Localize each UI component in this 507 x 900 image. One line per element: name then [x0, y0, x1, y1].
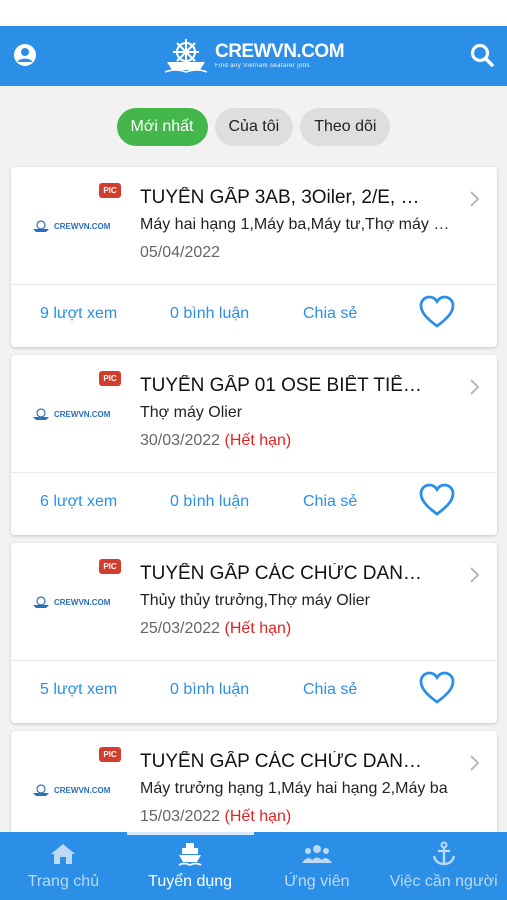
- bottom-nav: Trang chủ Tuyển dụng Ứng viên Việc cần n…: [0, 832, 507, 900]
- expired-label: (Hết hạn): [224, 620, 292, 637]
- nav-candidates-label: Ứng viên: [284, 873, 350, 890]
- job-date: 25/03/2022 (Hết hạn): [140, 620, 291, 638]
- comments-button[interactable]: 0 bình luận: [170, 305, 249, 323]
- date-text: 15/03/2022: [140, 808, 221, 825]
- chevron-right-icon: [470, 191, 480, 207]
- nav-home-label: Trang chủ: [27, 873, 100, 890]
- ship-logo-icon: [33, 784, 49, 796]
- job-card[interactable]: PIC CREWVN.COM TUYỂN GẤP 01 OSE BIẾT TIẾ…: [11, 355, 497, 535]
- users-icon: [301, 845, 332, 863]
- heart-icon[interactable]: [418, 481, 456, 519]
- expired-label: (Hết hạn): [224, 808, 292, 825]
- comments-button[interactable]: 0 bình luận: [170, 493, 249, 511]
- filter-tabs: Mới nhất Của tôi Theo dõi: [0, 86, 507, 168]
- views-count: 9 lượt xem: [40, 305, 118, 322]
- chevron-right-icon: [470, 755, 480, 771]
- nav-jobs-needed-label: Việc cần người: [389, 873, 498, 890]
- pic-badge: PIC: [99, 371, 121, 386]
- pic-badge: PIC: [99, 747, 121, 762]
- job-date: 15/03/2022 (Hết hạn): [140, 808, 291, 826]
- job-positions: Máy hai hạng 1,Máy ba,Máy tư,Thợ máy …: [140, 216, 450, 233]
- date-text: 30/03/2022: [140, 432, 221, 449]
- job-title: TUYỂN GẤP CÁC CHỨC DAN…: [140, 751, 422, 772]
- job-card[interactable]: PIC CREWVN.COM TUYỂN GẤP 3AB, 3Oiler, 2/…: [11, 167, 497, 347]
- job-positions: Thợ máy Olier: [140, 404, 243, 421]
- date-text: 25/03/2022: [140, 620, 221, 637]
- expired-label: (Hết hạn): [224, 432, 292, 449]
- thumbnail-logo-text: CREWVN.COM: [54, 785, 111, 795]
- job-thumbnail: PIC CREWVN.COM: [31, 747, 135, 829]
- brand-name: CREWVN.COM: [214, 41, 345, 62]
- thumbnail-logo-text: CREWVN.COM: [54, 409, 111, 419]
- share-button[interactable]: Chia sẻ: [303, 305, 357, 323]
- app-header: CREWVN.COM Find any Vietnam seafarer job…: [0, 26, 507, 86]
- job-date: 05/04/2022: [140, 244, 220, 262]
- chevron-right-icon: [470, 379, 480, 395]
- anchor-icon: [432, 841, 455, 866]
- job-title: TUYỂN GẤP 01 OSE BIẾT TIẾ…: [140, 375, 422, 396]
- heart-icon[interactable]: [418, 669, 456, 707]
- comments-button[interactable]: 0 bình luận: [170, 681, 249, 699]
- ship-logo-icon: [33, 220, 49, 232]
- search-icon[interactable]: [467, 40, 497, 70]
- user-icon[interactable]: [10, 40, 40, 70]
- job-thumbnail: PIC CREWVN.COM: [31, 559, 135, 641]
- brand-tagline: Find any Vietnam seafarer jobs: [214, 63, 310, 69]
- heart-icon[interactable]: [418, 293, 456, 331]
- job-card[interactable]: PIC CREWVN.COM TUYỂN GẤP CÁC CHỨC DAN… T…: [11, 543, 497, 723]
- views-count: 5 lượt xem: [40, 681, 118, 698]
- home-icon: [51, 844, 76, 864]
- nav-home[interactable]: Trang chủ: [0, 832, 127, 900]
- ship-wheel-logo-icon: [164, 39, 208, 73]
- pic-badge: PIC: [99, 183, 121, 198]
- share-button[interactable]: Chia sẻ: [303, 493, 357, 511]
- pic-badge: PIC: [99, 559, 121, 574]
- tab-mine[interactable]: Của tôi: [214, 108, 294, 146]
- nav-recruitment-label: Tuyển dụng: [148, 873, 233, 890]
- nav-jobs-needed[interactable]: Việc cần người: [380, 832, 507, 900]
- job-date: 30/03/2022 (Hết hạn): [140, 432, 291, 450]
- date-text: 05/04/2022: [140, 244, 221, 261]
- job-title: TUYỂN GẤP CÁC CHỨC DAN…: [140, 563, 422, 584]
- nav-candidates[interactable]: Ứng viên: [254, 832, 381, 900]
- job-thumbnail: PIC CREWVN.COM: [31, 183, 135, 265]
- ship-icon: [178, 843, 202, 867]
- job-positions: Máy trưởng hạng 1,Máy hai hạng 2,Máy ba: [140, 780, 448, 797]
- status-bar: [0, 0, 507, 26]
- tab-following[interactable]: Theo dõi: [300, 108, 391, 146]
- thumbnail-logo-text: CREWVN.COM: [54, 221, 111, 231]
- chevron-right-icon: [470, 567, 480, 583]
- active-tab-indicator: [127, 832, 254, 835]
- share-button[interactable]: Chia sẻ: [303, 681, 357, 699]
- job-positions: Thủy thủy trưởng,Thợ máy Olier: [140, 592, 370, 609]
- tab-newest[interactable]: Mới nhất: [116, 108, 208, 146]
- nav-recruitment[interactable]: Tuyển dụng: [127, 832, 254, 900]
- ship-logo-icon: [33, 596, 49, 608]
- ship-logo-icon: [33, 408, 49, 420]
- thumbnail-logo-text: CREWVN.COM: [54, 597, 111, 607]
- job-title: TUYỂN GẤP 3AB, 3Oiler, 2/E, …: [140, 187, 420, 208]
- job-thumbnail: PIC CREWVN.COM: [31, 371, 135, 453]
- views-count: 6 lượt xem: [40, 493, 118, 510]
- app-logo: CREWVN.COM Find any Vietnam seafarer job…: [163, 38, 345, 74]
